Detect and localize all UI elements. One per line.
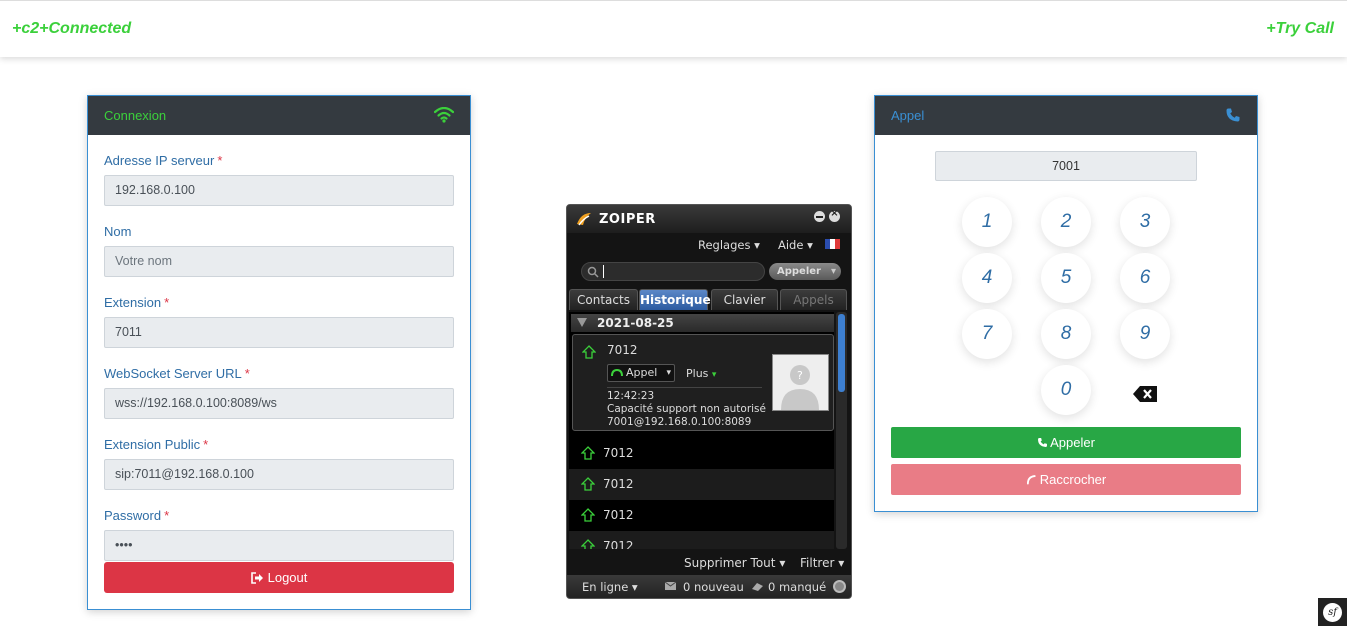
tab-contacts[interactable]: Contacts bbox=[569, 289, 638, 310]
dial-key-2[interactable]: 2 bbox=[1041, 197, 1091, 247]
contact-avatar: ? bbox=[772, 354, 829, 411]
tab-appels[interactable]: Appels bbox=[780, 289, 847, 310]
phone-icon bbox=[611, 368, 623, 377]
presence-dropdown[interactable]: En ligne ▾ bbox=[582, 580, 638, 594]
password-input[interactable]: •••• bbox=[104, 530, 454, 561]
sign-out-icon bbox=[250, 572, 263, 584]
server-ip-label: Adresse IP serveur * bbox=[104, 153, 223, 168]
call-button[interactable]: Appeler bbox=[891, 427, 1241, 458]
wifi-icon bbox=[433, 106, 455, 126]
settings-menu[interactable]: Reglages ▾ bbox=[698, 238, 760, 252]
missed-calls-count: 0 manqué bbox=[768, 580, 827, 594]
missed-call-icon bbox=[752, 583, 763, 591]
list-item[interactable]: 7012 bbox=[569, 469, 834, 500]
dial-key-7[interactable]: 7 bbox=[962, 309, 1012, 359]
dial-key-5[interactable]: 5 bbox=[1041, 253, 1091, 303]
top-navbar: +c2+Connected +Try Call bbox=[0, 0, 1347, 57]
call-status-text: Capacité support non autorisé bbox=[607, 403, 766, 415]
zoiper-search-input[interactable] bbox=[581, 262, 765, 281]
zoiper-call-button[interactable]: Appeler ▾ bbox=[769, 263, 841, 280]
appel-card: Appel 7001 1 2 3 4 5 6 7 8 9 0 Appeler R… bbox=[874, 95, 1258, 512]
date-group-header[interactable]: 2021-08-25 bbox=[571, 314, 834, 332]
close-icon[interactable]: × bbox=[829, 208, 840, 222]
dial-key-6[interactable]: 6 bbox=[1120, 253, 1170, 303]
symfony-logo-icon: sf bbox=[1323, 603, 1342, 622]
collapse-triangle-icon bbox=[577, 318, 587, 327]
tab-clavier[interactable]: Clavier bbox=[711, 289, 778, 310]
extension-label: Extension * bbox=[104, 295, 170, 310]
phone-icon bbox=[1038, 438, 1048, 447]
outgoing-call-icon bbox=[581, 539, 595, 549]
try-call-link[interactable]: +Try Call bbox=[1266, 20, 1334, 38]
hangup-button[interactable]: Raccrocher bbox=[891, 464, 1241, 495]
outgoing-call-icon bbox=[581, 477, 595, 491]
tab-historique[interactable]: Historique bbox=[639, 289, 711, 310]
zoiper-window: ZOIPER × Reglages ▾ Aide ▾ Appeler ▾ Cont… bbox=[566, 204, 852, 599]
zoiper-title: ZOIPER bbox=[599, 212, 656, 227]
outgoing-call-icon bbox=[582, 345, 596, 359]
logout-label: Logout bbox=[267, 570, 308, 585]
expanded-number: 7012 bbox=[607, 343, 638, 357]
dial-key-8[interactable]: 8 bbox=[1041, 309, 1091, 359]
connexion-card: Connexion Adresse IP serveur * 192.168.0.… bbox=[87, 95, 471, 610]
help-menu[interactable]: Aide ▾ bbox=[778, 238, 813, 252]
connexion-card-header: Connexion bbox=[88, 96, 470, 135]
svg-text:?: ? bbox=[797, 369, 803, 382]
delete-all-menu[interactable]: Supprimer Tout ▾ bbox=[684, 556, 785, 570]
extension-public-label: Extension Public * bbox=[104, 437, 209, 452]
connected-status-link[interactable]: +c2+Connected bbox=[12, 20, 131, 38]
outgoing-call-icon bbox=[581, 446, 595, 460]
appel-card-header: Appel bbox=[875, 96, 1257, 135]
connexion-title: Connexion bbox=[104, 108, 167, 123]
websocket-url-label: WebSocket Server URL * bbox=[104, 366, 250, 381]
list-item[interactable]: 7012 bbox=[569, 531, 834, 549]
zoiper-statusbar: En ligne ▾ 0 nouveau 0 manqué bbox=[567, 575, 851, 598]
minimize-icon[interactable] bbox=[814, 211, 825, 222]
filter-menu[interactable]: Filtrer ▾ bbox=[800, 556, 844, 570]
hangup-icon bbox=[1026, 475, 1036, 485]
dial-key-1[interactable]: 1 bbox=[962, 197, 1012, 247]
extension-input[interactable]: 7011 bbox=[104, 317, 454, 348]
new-messages-count: 0 nouveau bbox=[683, 580, 744, 594]
connexion-form: Adresse IP serveur * 192.168.0.100 Nom Vo… bbox=[88, 153, 470, 561]
call-uri: 7001@192.168.0.100:8089 bbox=[607, 416, 752, 428]
dial-key-9[interactable]: 9 bbox=[1120, 309, 1170, 359]
expanded-history-item[interactable]: 7012 Appel ▾ Plus ▾ 12:42:23 Capacité sup… bbox=[572, 334, 834, 431]
name-label: Nom bbox=[104, 224, 132, 239]
zoiper-titlebar: ZOIPER × bbox=[567, 205, 851, 233]
dial-key-3[interactable]: 3 bbox=[1120, 197, 1170, 247]
dial-key-0[interactable]: 0 bbox=[1041, 365, 1091, 415]
symfony-toolbar-toggle[interactable]: sf bbox=[1318, 598, 1347, 626]
zoiper-logo-icon bbox=[575, 211, 593, 231]
dial-key-4[interactable]: 4 bbox=[962, 253, 1012, 303]
server-ip-input[interactable]: 192.168.0.100 bbox=[104, 175, 454, 206]
backspace-icon[interactable] bbox=[1133, 385, 1158, 406]
dialed-number-display[interactable]: 7001 bbox=[935, 151, 1197, 181]
status-indicator-icon[interactable] bbox=[833, 580, 846, 593]
websocket-url-input[interactable]: wss://192.168.0.100:8089/ws bbox=[104, 388, 454, 419]
name-input[interactable]: Votre nom bbox=[104, 246, 454, 277]
extension-public-input[interactable]: sip:7011@192.168.0.100 bbox=[104, 459, 454, 490]
expanded-call-button[interactable]: Appel ▾ bbox=[607, 364, 675, 382]
outgoing-call-icon bbox=[581, 508, 595, 522]
call-history-list: 2021-08-25 7012 Appel ▾ Plus ▾ 12:42:23 C… bbox=[569, 312, 834, 549]
list-item[interactable]: 7012 bbox=[569, 500, 834, 531]
phone-icon bbox=[1225, 107, 1241, 126]
appel-title: Appel bbox=[891, 108, 925, 123]
french-flag-icon[interactable] bbox=[825, 239, 840, 249]
message-icon bbox=[664, 581, 677, 590]
logout-button[interactable]: Logout bbox=[104, 562, 454, 593]
password-label: Password * bbox=[104, 508, 170, 523]
call-time: 12:42:23 bbox=[607, 390, 655, 402]
history-scrollbar[interactable] bbox=[836, 312, 847, 549]
search-icon bbox=[587, 266, 599, 278]
list-item[interactable]: 7012 bbox=[569, 438, 834, 469]
expanded-more-button[interactable]: Plus ▾ bbox=[686, 367, 716, 380]
